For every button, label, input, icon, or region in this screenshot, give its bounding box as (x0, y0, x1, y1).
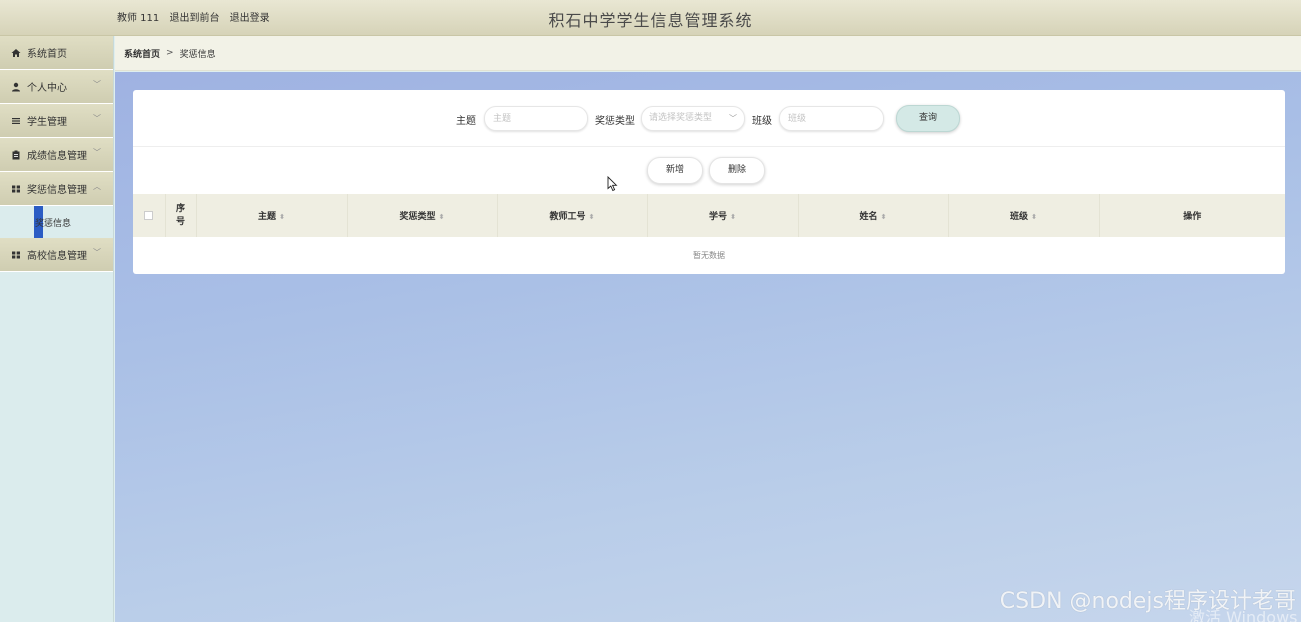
type-select-placeholder: 请选择奖惩类型 (649, 113, 713, 123)
sidebar-item-label: 系统首页 (27, 49, 67, 60)
sidebar-item-college-management[interactable]: 高校信息管理 ﹀ (0, 238, 113, 272)
breadcrumb-home[interactable]: 系统首页 (124, 47, 160, 60)
breadcrumb-separator: > (166, 48, 174, 58)
data-panel: 主题 奖惩类型 请选择奖惩类型 ﹀ 班级 查询 新增 删除 序号 主题⬍ 奖惩类… (133, 90, 1285, 274)
column-name[interactable]: 姓名 ⬍ (798, 194, 949, 237)
grid-icon (10, 183, 22, 195)
user-role: 教师 111 (117, 13, 160, 24)
subject-label: 主题 (456, 116, 476, 127)
search-bar: 主题 奖惩类型 请选择奖惩类型 ﹀ 班级 查询 (133, 90, 1285, 147)
chevron-down-icon: ﹀ (93, 114, 101, 123)
list-icon (10, 115, 22, 127)
sort-icon[interactable]: ⬍ (279, 213, 285, 221)
sidebar-item-personal-center[interactable]: 个人中心 ﹀ (0, 70, 113, 104)
sidebar-subitem-reward-info[interactable]: 奖惩信息 (34, 206, 71, 238)
column-operation: 操作 (1099, 194, 1285, 237)
table-header-row: 序号 主题 ⬍ 奖惩类型 ⬍ 教师工号 ⬍ 学号 ⬍ 姓名 ⬍ 班级 ⬍ 操作 (133, 194, 1285, 237)
chevron-down-icon: ﹀ (93, 148, 101, 157)
reward-submenu: 奖惩信息 (0, 206, 113, 238)
data-table: 序号 主题 ⬍ 奖惩类型 ⬍ 教师工号 ⬍ 学号 ⬍ 姓名 ⬍ 班级 ⬍ 操作 暂无数据 (133, 194, 1285, 274)
class-label: 班级 (752, 116, 772, 127)
exit-front-link[interactable]: 退出到前台 (169, 13, 219, 24)
column-student-id[interactable]: 学号 ⬍ (647, 194, 799, 237)
sidebar-item-label: 成绩信息管理 (27, 151, 87, 162)
chevron-down-icon: ﹀ (93, 80, 101, 89)
sort-icon[interactable]: ⬍ (881, 213, 887, 221)
logout-link[interactable]: 退出登录 (230, 13, 270, 24)
table-empty-row: 暂无数据 (133, 237, 1285, 274)
sort-icon[interactable]: ⬍ (589, 213, 595, 221)
sidebar-item-label: 个人中心 (27, 83, 67, 94)
sidebar-item-reward-management[interactable]: 奖惩信息管理 ︿ (0, 172, 113, 206)
chevron-down-icon: ﹀ (729, 114, 737, 123)
select-all-cell[interactable] (133, 194, 166, 237)
type-select[interactable]: 请选择奖惩类型 ﹀ (641, 106, 745, 131)
sidebar-item-student-management[interactable]: 学生管理 ﹀ (0, 104, 113, 138)
column-index: 序号 (165, 194, 197, 237)
breadcrumb-current: 奖惩信息 (179, 49, 216, 60)
type-label: 奖惩类型 (595, 116, 635, 127)
main-content: 主题 奖惩类型 请选择奖惩类型 ﹀ 班级 查询 新增 删除 序号 主题⬍ 奖惩类… (115, 72, 1301, 622)
column-teacher-id[interactable]: 教师工号 ⬍ (497, 194, 648, 237)
chevron-up-icon: ︿ (93, 182, 101, 191)
home-icon (10, 47, 22, 59)
empty-text: 暂无数据 (693, 251, 725, 260)
csdn-watermark: CSDN @nodejs程序设计老哥 (999, 589, 1296, 614)
subject-input[interactable] (484, 106, 588, 131)
sidebar-item-label: 高校信息管理 (27, 251, 87, 262)
sort-icon[interactable]: ⬍ (439, 213, 445, 221)
top-header: 教师 111 退出到前台 退出登录 积石中学学生信息管理系统 (0, 0, 1301, 36)
add-button[interactable]: 新增 (647, 157, 703, 184)
delete-button[interactable]: 删除 (709, 157, 765, 184)
clipboard-icon (10, 149, 22, 161)
sidebar-item-score-management[interactable]: 成绩信息管理 ﹀ (0, 138, 113, 172)
column-subject[interactable]: 主题 ⬍ (196, 194, 348, 237)
class-input[interactable] (779, 106, 884, 131)
grid-icon (10, 249, 22, 261)
sidebar-item-label: 奖惩信息管理 (27, 185, 87, 196)
user-links: 教师 111 退出到前台 退出登录 (117, 9, 277, 24)
action-bar: 新增 删除 (133, 147, 1285, 194)
column-reward-type[interactable]: 奖惩类型 ⬍ (347, 194, 498, 237)
column-class[interactable]: 班级 ⬍ (948, 194, 1100, 237)
user-icon (10, 81, 22, 93)
sidebar-item-home[interactable]: 系统首页 (0, 36, 113, 70)
query-button[interactable]: 查询 (896, 105, 960, 132)
sidebar-subitem-label: 奖惩信息 (35, 218, 72, 229)
sort-icon[interactable]: ⬍ (730, 213, 736, 221)
system-title: 积石中学学生信息管理系统 (548, 11, 753, 30)
sidebar: 系统首页 个人中心 ﹀ 学生管理 ﹀ 成绩信息管理 ﹀ 奖惩信息管理 ︿ 奖惩信… (0, 36, 114, 622)
sort-icon[interactable]: ⬍ (1031, 213, 1037, 221)
mouse-cursor-icon (607, 176, 618, 192)
chevron-down-icon: ﹀ (93, 248, 101, 257)
breadcrumb: 系统首页 > 奖惩信息 (115, 36, 1301, 71)
select-all-checkbox[interactable] (144, 210, 154, 220)
sidebar-item-label: 学生管理 (27, 117, 67, 128)
